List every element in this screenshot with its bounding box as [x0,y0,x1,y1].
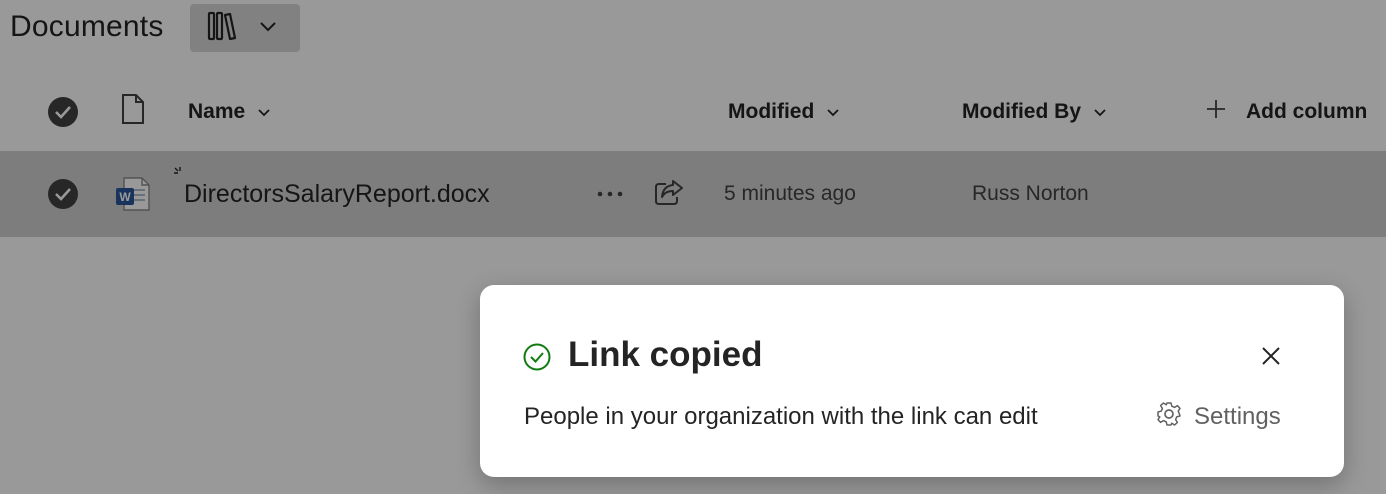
success-check-icon [522,342,552,377]
dialog-title: Link copied [568,335,763,374]
gear-icon [1156,401,1182,434]
settings-button[interactable]: Settings [1156,397,1281,437]
dialog-message: People in your organization with the lin… [524,403,1038,430]
close-icon [1256,347,1286,375]
document-library-page: Documents Name Modified Modified By Add … [0,0,1386,494]
link-copied-dialog: Link copied People in your organization … [480,285,1344,477]
close-button[interactable] [1256,341,1286,371]
